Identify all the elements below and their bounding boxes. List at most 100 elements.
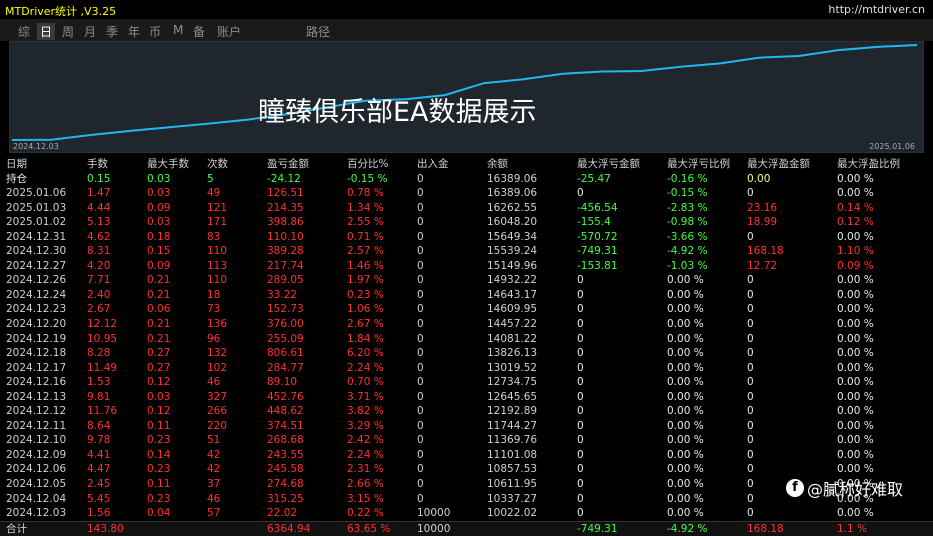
table-cell: 4.47 <box>87 463 111 476</box>
table-cell: 2.40 <box>87 288 111 301</box>
tab-week[interactable]: 周 <box>62 23 74 40</box>
chart-end-date: 2025.01.06 <box>869 142 915 151</box>
table-cell: 42 <box>207 463 221 476</box>
table-row[interactable]: 2024.12.30 8.31 0.15 110 389.28 2.57 % 0 15539.… <box>0 244 933 259</box>
tab-currency[interactable]: 币 <box>149 23 161 40</box>
table-cell: 0.00 % <box>667 318 704 331</box>
table-cell: 389.28 <box>267 245 304 258</box>
tab-month[interactable]: 月 <box>84 23 96 40</box>
table-cell: 0.00 % <box>837 288 874 301</box>
table-row[interactable]: 2024.12.20 12.12 0.21 136 376.00 2.67 % 0 14457… <box>0 317 933 332</box>
table-cell: 0.00 % <box>837 172 874 185</box>
table-cell: 18 <box>207 288 221 301</box>
table-cell: 0.00 % <box>667 492 704 505</box>
table-cell: 16048.20 <box>487 216 538 229</box>
table-cell: 2.42 % <box>347 434 384 447</box>
table-row[interactable]: 2025.01.06 1.47 0.03 49 126.51 0.78 % 0 16389.0… <box>0 186 933 201</box>
table-cell: 3.71 % <box>347 390 384 403</box>
column-header: 最大手数 <box>147 158 189 170</box>
row-date: 2025.01.02 <box>6 216 67 229</box>
table-row[interactable]: 2024.12.09 4.41 0.14 42 243.55 2.24 % 0 11101.0… <box>0 448 933 463</box>
table-cell: 2.24 % <box>347 361 384 374</box>
table-cell: 0 <box>747 318 754 331</box>
table-cell: 0 <box>577 288 584 301</box>
table-cell: 63.65 % <box>347 522 391 535</box>
table-row[interactable]: 2025.01.03 4.44 0.09 121 214.35 1.34 % 0 16262.… <box>0 201 933 216</box>
table-cell: 2.67 <box>87 303 111 316</box>
table-cell: 0.00 % <box>667 448 704 461</box>
table-cell: 0.00 % <box>837 390 874 403</box>
table-cell: 15649.34 <box>487 230 538 243</box>
row-date: 2024.12.20 <box>6 318 67 331</box>
table-cell: 0.12 <box>147 376 171 389</box>
table-cell: 1.1 % <box>837 522 868 535</box>
table-cell: 0 <box>577 448 584 461</box>
table-cell: 448.62 <box>267 405 304 418</box>
table-cell: 83 <box>207 230 221 243</box>
table-cell: 0.00 % <box>667 434 704 447</box>
table-cell: 0.00 % <box>667 376 704 389</box>
table-cell: 10.95 <box>87 332 118 345</box>
table-cell: 0 <box>417 478 424 491</box>
table-cell: -155.4 <box>577 216 611 229</box>
table-cell: 33.22 <box>267 288 298 301</box>
tab-path[interactable]: 路径 <box>306 23 330 40</box>
table-cell: 132 <box>207 347 228 360</box>
table-row[interactable]: 2024.12.17 11.49 0.27 102 284.77 2.24 % 0 13019… <box>0 361 933 376</box>
table-row[interactable]: 2025.01.02 5.13 0.03 171 398.86 2.55 % 0 16048.… <box>0 215 933 230</box>
table-cell: 0 <box>417 419 424 432</box>
table-row[interactable]: 2024.12.10 9.78 0.23 51 268.68 2.42 % 0 11369.7… <box>0 433 933 448</box>
table-cell: 10000 <box>417 522 451 535</box>
table-cell: 2.66 % <box>347 478 384 491</box>
table-cell: 398.86 <box>267 216 304 229</box>
table-row[interactable]: 2024.12.18 8.28 0.27 132 806.61 6.20 % 0 13826.… <box>0 346 933 361</box>
tab-summary[interactable]: 综 <box>18 23 30 40</box>
table-cell: 0 <box>417 318 424 331</box>
row-date: 2024.12.17 <box>6 361 67 374</box>
table-cell: 1.84 % <box>347 332 384 345</box>
table-row[interactable]: 2024.12.06 4.47 0.23 42 245.58 2.31 % 0 10857.5… <box>0 462 933 477</box>
table-cell: 110 <box>207 274 228 287</box>
table-row[interactable]: 2024.12.24 2.40 0.21 18 33.22 0.23 % 0 14643.17… <box>0 288 933 303</box>
tab-year[interactable]: 年 <box>128 23 140 40</box>
column-header: 出入金 <box>417 158 449 170</box>
table-row[interactable]: 2024.12.31 4.62 0.18 83 110.10 0.71 % 0 15649.3… <box>0 230 933 245</box>
table-cell: 57 <box>207 507 221 520</box>
table-row[interactable]: 2024.12.26 7.71 0.21 110 289.05 1.97 % 0 14932.… <box>0 273 933 288</box>
table-cell: 0.00 % <box>667 332 704 345</box>
table-cell: 110.10 <box>267 230 304 243</box>
table-cell: 0 <box>747 463 754 476</box>
table-cell: 376.00 <box>267 318 304 331</box>
table-row[interactable]: 2024.12.27 4.20 0.09 113 217.74 1.46 % 0 15149.… <box>0 259 933 274</box>
table-cell: 0 <box>747 448 754 461</box>
table-cell: 0.03 <box>147 187 171 200</box>
table-cell: 0 <box>417 434 424 447</box>
table-cell: 0 <box>577 361 584 374</box>
tab-note[interactable]: 备 <box>193 23 205 40</box>
table-cell: 1.97 % <box>347 274 384 287</box>
table-cell: 0.18 <box>147 230 171 243</box>
tab-day[interactable]: 日 <box>37 23 56 40</box>
column-header: 余额 <box>487 158 508 170</box>
tab-account[interactable]: 账户 <box>217 23 241 40</box>
table-row[interactable]: 2024.12.13 9.81 0.03 327 452.76 3.71 % 0 12645.… <box>0 390 933 405</box>
table-cell: 73 <box>207 303 221 316</box>
tab-quarter[interactable]: 季 <box>106 23 118 40</box>
table-row[interactable]: 2024.12.16 1.53 0.12 46 89.10 0.70 % 0 12734.75… <box>0 375 933 390</box>
table-cell: 3.15 % <box>347 492 384 505</box>
website-link[interactable]: http://mtdriver.cn <box>828 3 925 16</box>
table-cell: 152.73 <box>267 303 304 316</box>
table-row[interactable]: 2024.12.12 11.76 0.12 266 448.62 3.82 % 0 12192… <box>0 404 933 419</box>
table-row[interactable]: 2024.12.03 1.56 0.04 57 22.02 0.22 % 10000 1002… <box>0 506 933 521</box>
table-cell: 0 <box>747 230 754 243</box>
table-row[interactable]: 2024.12.19 10.95 0.21 96 255.09 1.84 % 0 14081.… <box>0 332 933 347</box>
table-cell: 3.82 % <box>347 405 384 418</box>
row-date: 2024.12.06 <box>6 463 67 476</box>
row-date: 2024.12.30 <box>6 245 67 258</box>
table-row[interactable]: 2024.12.23 2.67 0.06 73 152.73 1.06 % 0 14609.9… <box>0 302 933 317</box>
table-cell: 0 <box>417 390 424 403</box>
table-row[interactable]: 2024.12.11 8.64 0.11 220 374.51 3.29 % 0 11744.… <box>0 419 933 434</box>
row-date: 2024.12.18 <box>6 347 67 360</box>
tab-magic[interactable]: M <box>173 23 183 37</box>
table-cell: 0.21 <box>147 332 171 345</box>
